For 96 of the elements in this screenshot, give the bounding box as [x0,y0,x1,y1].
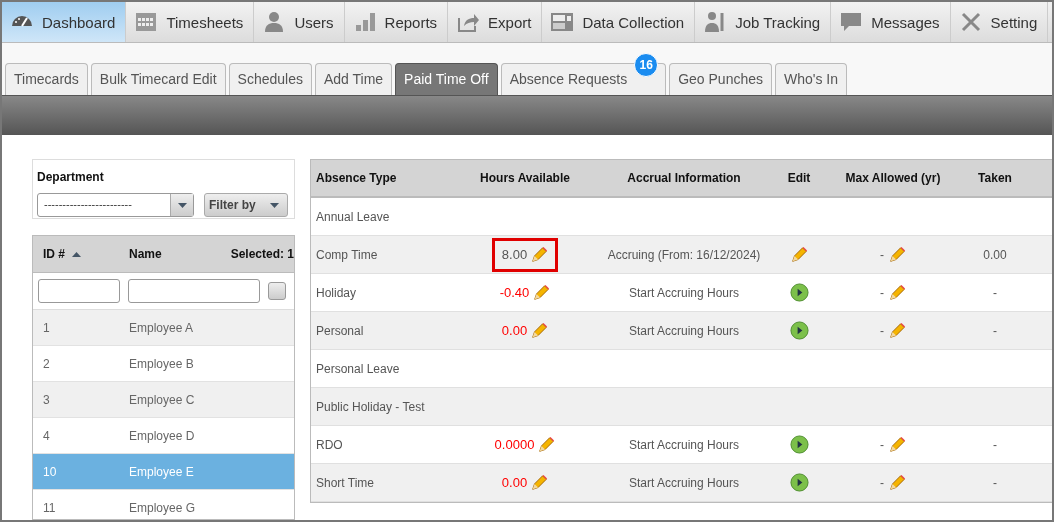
play-icon[interactable] [789,473,809,492]
nav-item[interactable]: Data Collection [542,2,696,42]
employee-name: Employee A [129,320,195,335]
column-header: Accrual Information [626,171,742,185]
employee-name: Employee B [129,356,195,371]
tab[interactable]: Timecards [5,63,88,95]
nav-item[interactable]: Dashboard [2,2,127,42]
employee-name: Employee E [129,464,195,479]
max-allowed-value: - [880,323,884,338]
nav-item[interactable]: Timesheets [126,2,255,42]
tab[interactable]: Bulk Timecard Edit [90,63,226,95]
pencil-icon[interactable] [530,245,549,264]
play-icon[interactable] [789,283,809,302]
nav-item[interactable]: Reports [344,2,449,42]
employee-id: 11 [42,500,57,515]
nav-item[interactable]: Job Tracking [695,2,832,42]
chat-bubble-icon [839,10,864,34]
department-label: Department [37,170,105,184]
tab[interactable]: Who's In [775,63,848,95]
column-header[interactable]: ID # [43,247,65,261]
hours-value: 0.0000 [494,437,535,452]
hours-value: -0.40 [499,285,530,300]
accrual-info: Start Accruing Hours [627,285,740,300]
column-header: Max Allowed (yr) [844,171,942,185]
absence-type: Personal [315,323,365,338]
terminal-icon [550,10,575,34]
employee-id: 4 [42,428,51,443]
employee-name: Employee D [129,428,196,443]
taken-value: - [992,323,998,338]
employee-id: 10 [42,464,58,479]
taken-value: - [992,285,998,300]
tab[interactable]: Schedules [228,63,312,95]
column-header[interactable]: Name [129,247,229,261]
count-badge: 16 [634,53,659,77]
pencil-icon[interactable] [888,435,906,454]
employee-name: Employee C [129,392,196,407]
column-header: Edit [786,171,812,185]
hours-value: 8.00 [501,247,528,262]
hours-value: 0.00 [501,475,528,490]
taken-value: - [992,437,998,452]
hours-value: 0.00 [501,323,528,338]
calendar-icon [134,10,159,34]
max-allowed-value: - [880,247,884,262]
employee-row[interactable]: 3 Employee C [33,382,294,418]
filter-button[interactable]: Filter by [204,193,288,217]
selected-count: Selected: 1 [229,247,294,261]
id-filter-field[interactable] [38,279,120,303]
employee-row[interactable]: 11 Employee G [33,490,294,519]
pencil-icon[interactable] [888,283,906,302]
nav-item[interactable]: Export [448,2,543,42]
play-icon[interactable] [789,321,809,340]
caret-icon [177,202,187,208]
sort-arrow-icon [72,251,81,257]
taken-value: 0.00 [982,247,1008,262]
pencil-icon[interactable] [537,435,556,454]
employee-row[interactable]: 1 Employee A [33,310,294,346]
pencil-icon[interactable] [888,473,906,492]
pencil-icon[interactable] [530,321,549,340]
nav-item[interactable]: Setting [950,2,1049,42]
accrual-info: Accruing (From: 16/12/2024) [606,247,762,262]
column-header: Taken [977,171,1013,185]
tab[interactable]: Paid Time Off [395,63,498,95]
employee-id: 1 [42,320,51,335]
absence-type: Public Holiday - Test [315,399,426,414]
max-allowed-value: - [880,437,884,452]
max-allowed-value: - [880,285,884,300]
play-icon[interactable] [789,435,809,454]
absence-type: Personal Leave [315,361,401,376]
tab[interactable]: Add Time [314,63,393,95]
pencil-icon[interactable] [888,321,906,340]
employee-name: Employee G [129,500,197,515]
pencil-icon[interactable] [530,473,549,492]
name-filter-field[interactable] [128,279,260,303]
pencil-icon[interactable] [532,283,551,302]
accrual-info: Start Accruing Hours [627,323,740,338]
pencil-icon[interactable] [888,245,906,264]
pencil-icon[interactable] [790,245,808,264]
caret-icon [269,202,279,208]
absence-type: Holiday [315,285,358,300]
employee-id: 2 [42,356,51,371]
nav-item[interactable]: Messages [831,2,951,42]
absence-type: Comp Time [315,247,379,262]
max-allowed-value: - [880,475,884,490]
accrual-info: Start Accruing Hours [627,437,740,452]
absence-type: Short Time [315,475,376,490]
employee-id: 3 [42,392,51,407]
absence-type: Annual Leave [315,209,391,224]
department-dropdown[interactable]: ------------------------ [37,193,194,217]
tab[interactable]: Geo Punches [669,63,772,95]
accrual-info: Start Accruing Hours [627,475,740,490]
column-header: Hours Available [479,171,571,185]
taken-value: - [992,475,998,490]
nav-item[interactable]: Users [254,2,345,42]
select-all-checkbox[interactable] [268,282,286,300]
column-header: Absence Type [315,171,398,185]
absence-type: RDO [315,437,344,452]
